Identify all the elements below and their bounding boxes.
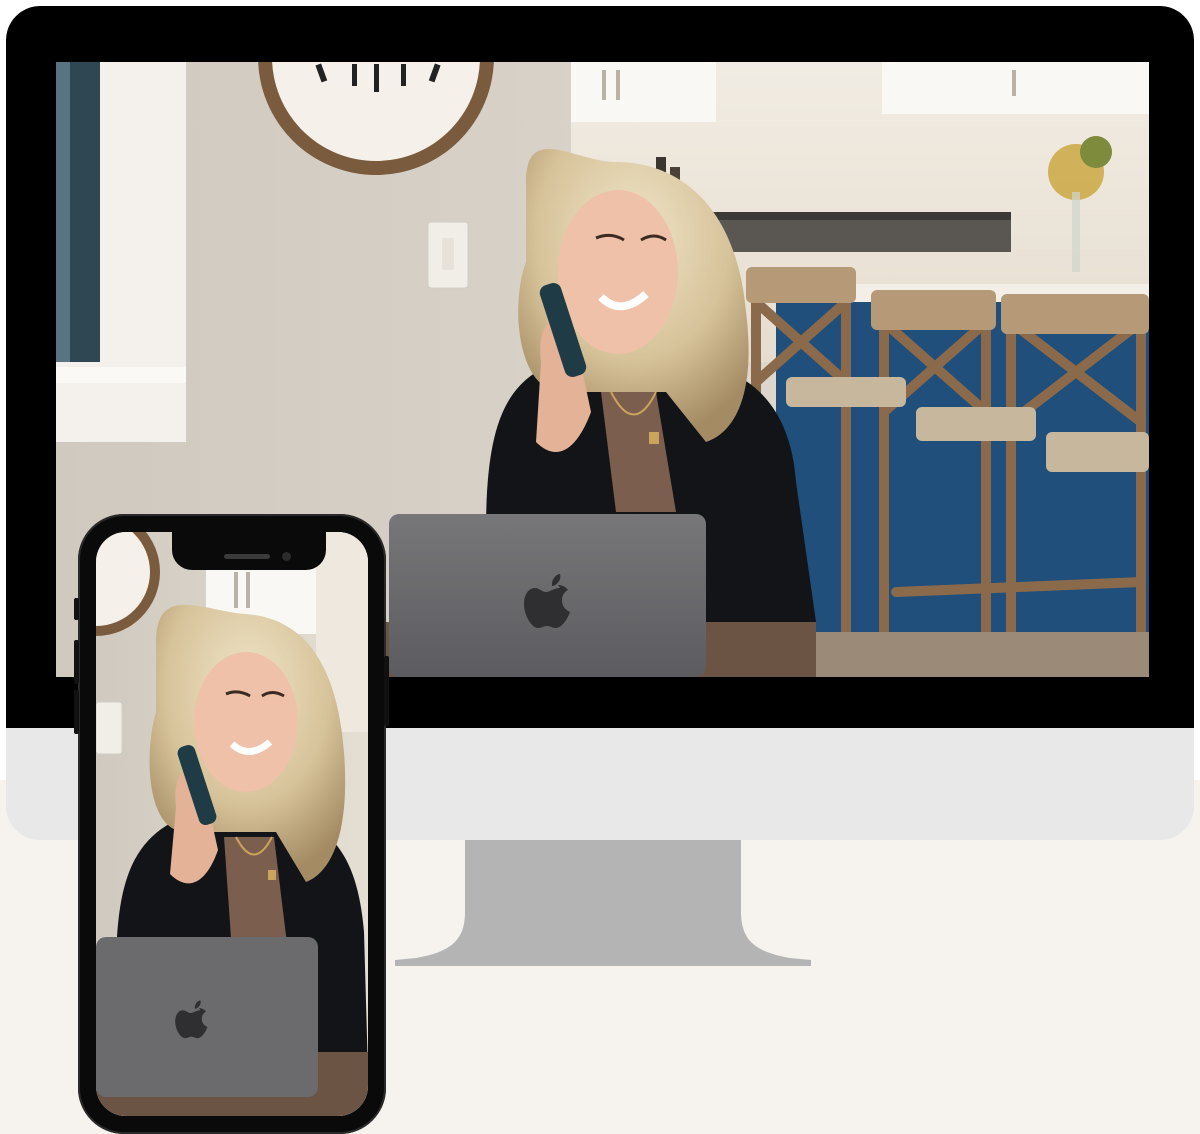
smartphone <box>74 514 389 1134</box>
phone-silent-button <box>74 690 79 734</box>
phone-screen <box>96 532 368 1116</box>
phone-photo <box>96 532 368 1116</box>
light-switch-icon <box>96 701 123 755</box>
phone-power-button <box>384 656 389 726</box>
front-camera-icon <box>282 552 291 561</box>
phone-speaker <box>224 554 270 559</box>
light-switch-icon <box>427 221 469 289</box>
monitor-stand <box>395 840 811 968</box>
laptop <box>96 937 318 1097</box>
laptop <box>389 514 706 677</box>
phone-notch <box>172 532 326 570</box>
phone-volume-down-button <box>74 640 79 684</box>
phone-volume-up-button <box>74 598 79 620</box>
